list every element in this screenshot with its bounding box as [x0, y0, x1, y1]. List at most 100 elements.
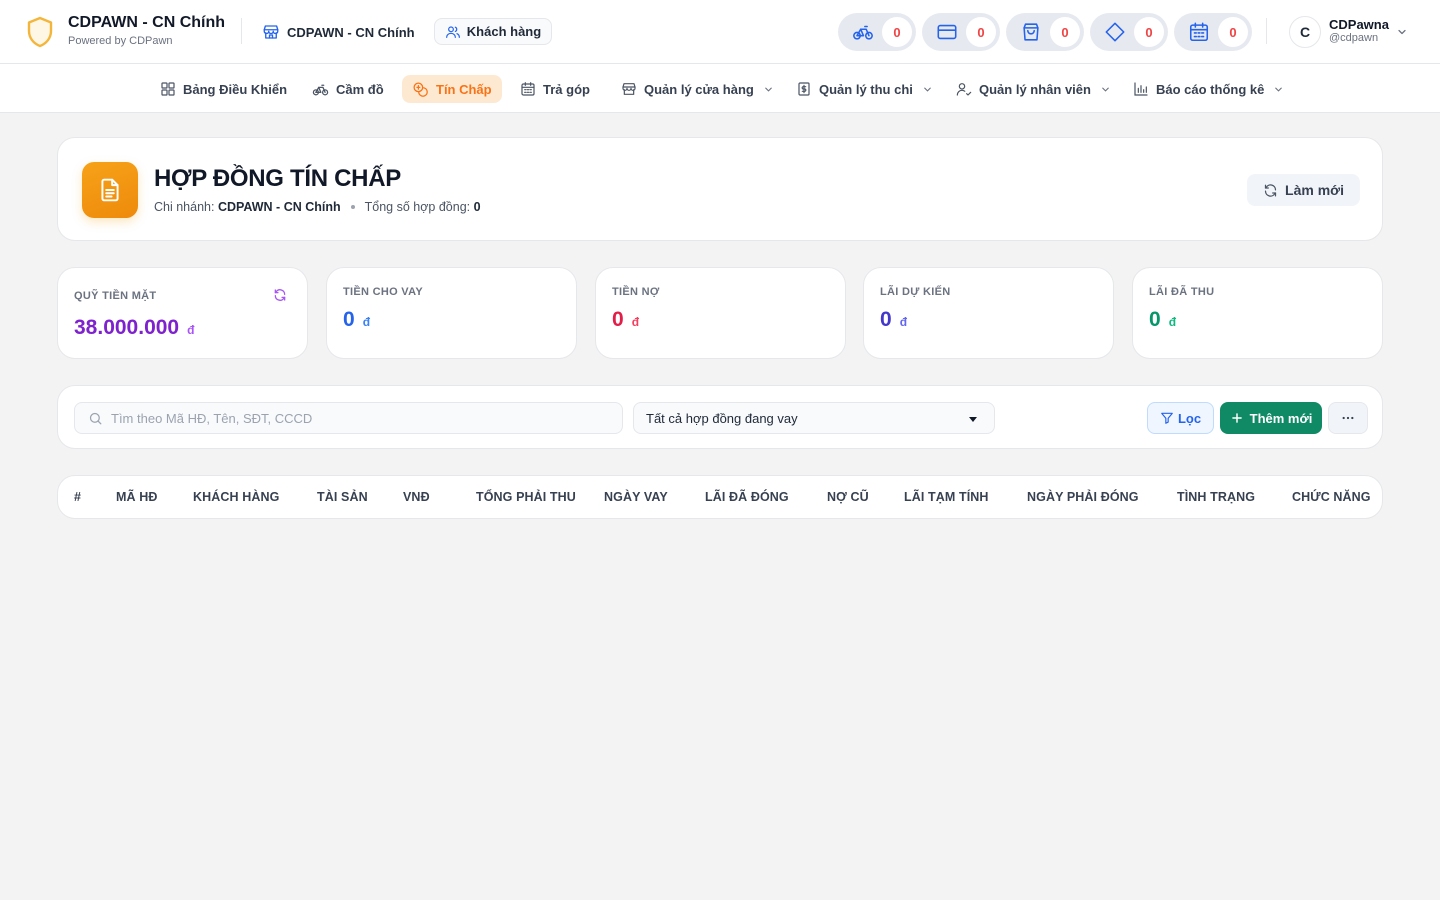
nav-item-label: Cầm đồ	[336, 81, 384, 97]
status-select-value: Tất cả hợp đồng đang vay	[646, 410, 798, 426]
total-count: 0	[473, 200, 481, 214]
search-input[interactable]	[111, 403, 611, 433]
avatar[interactable]: C	[1289, 16, 1321, 48]
bag-count-pill[interactable]: 0	[1006, 13, 1084, 51]
card-count-pill[interactable]: 0	[922, 13, 1000, 51]
search-box	[74, 402, 623, 434]
nav-item-label: Quản lý cửa hàng	[644, 81, 754, 97]
customer-button[interactable]: Khách hàng	[434, 18, 552, 45]
diamond-count-pill[interactable]: 0	[1090, 13, 1168, 51]
store-icon	[263, 25, 279, 39]
shield-logo-icon	[27, 16, 53, 48]
filter-label: Lọc	[1177, 410, 1202, 426]
user-name[interactable]: CDPawna	[1329, 17, 1389, 32]
table-header-cell[interactable]: MÃ HĐ	[116, 490, 157, 504]
store-icon	[622, 83, 636, 95]
table-header-cell[interactable]: KHÁCH HÀNG	[193, 490, 279, 504]
stat-unit: đ	[362, 315, 371, 329]
page-title: HỢP ĐỒNG TÍN CHẤP	[154, 165, 401, 192]
refresh-button[interactable]: Làm mới	[1247, 174, 1360, 206]
chevron-down-icon[interactable]	[1396, 26, 1408, 38]
table-header-cell[interactable]: CHỨC NĂNG	[1292, 490, 1371, 504]
document-icon	[101, 178, 119, 202]
top-header: CDPAWN - CN Chính Powered by CDPawn CDPA…	[0, 0, 1440, 64]
nav-item-label: Báo cáo thống kê	[1156, 81, 1265, 97]
add-new-button[interactable]: Thêm mới	[1220, 402, 1322, 434]
stat-label: TIỀN NỢ	[612, 286, 660, 298]
table-header-cell[interactable]: VNĐ	[403, 490, 430, 504]
chevron-down-icon	[1102, 87, 1109, 92]
nav-item-store-management[interactable]: Quản lý cửa hàng	[611, 75, 784, 103]
table-header-cell[interactable]: NGÀY PHẢI ĐÓNG	[1027, 490, 1139, 504]
brand-subtitle: Powered by CDPawn	[68, 35, 173, 47]
stat-unit: đ	[631, 315, 640, 329]
pill-count: 0	[1134, 17, 1164, 47]
nav-item-label: Quản lý nhân viên	[979, 81, 1091, 97]
nav-item-label: Trả góp	[543, 81, 590, 97]
stat-value: 0	[612, 308, 624, 331]
table-header-cell[interactable]: TỔNG PHẢI THU	[476, 490, 576, 504]
branch-name: CDPAWN - CN Chính	[217, 200, 341, 214]
calendar-icon	[1184, 21, 1214, 43]
bar-chart-icon	[1134, 82, 1148, 96]
stat-label: QUỸ TIỀN MẶT	[74, 290, 157, 302]
document-icon-tile	[82, 162, 138, 218]
status-select[interactable]: Tất cả hợp đồng đang vay	[633, 402, 995, 434]
pawn-count-pill[interactable]: 0	[838, 13, 916, 51]
refresh-label: Làm mới	[1285, 182, 1344, 198]
table-header-cell[interactable]: #	[74, 490, 81, 504]
calendar-count-pill[interactable]: 0	[1174, 13, 1252, 51]
filter-bar: Tất cả hợp đồng đang vay Lọc Thêm mới	[57, 385, 1383, 449]
bicycle-icon	[312, 84, 329, 95]
page-header-card: HỢP ĐỒNG TÍN CHẤP Chi nhánh: CDPAWN - CN…	[57, 137, 1383, 241]
brand-title: CDPAWN - CN Chính	[68, 14, 226, 31]
nav-item-label: Quản lý thu chi	[819, 81, 913, 97]
stat-value: 38.000.000	[74, 316, 180, 339]
stat-unit: đ	[187, 323, 195, 337]
bicycle-icon	[848, 21, 878, 43]
nav-item-pawn[interactable]: Cầm đồ	[302, 75, 394, 103]
separator-dot	[350, 205, 355, 209]
table-header-cell[interactable]: TÀI SẢN	[317, 490, 368, 504]
chevron-down-icon	[924, 87, 931, 92]
nav-item-dashboard[interactable]: Bảng Điều Khiển	[150, 75, 297, 103]
page-meta: Chi nhánh: CDPAWN - CN Chính Tổng số hợp…	[154, 200, 481, 214]
nav-item-label: Tín Chấp	[436, 81, 492, 97]
stat-value: 0	[1149, 308, 1161, 331]
stat-unit: đ	[1168, 315, 1177, 329]
pill-count: 0	[1218, 17, 1248, 47]
add-label: Thêm mới	[1249, 410, 1313, 426]
stat-card-debt: TIỀN NỢ 0 đ	[595, 267, 846, 359]
nav-item-unsecured[interactable]: Tín Chấp	[402, 75, 502, 103]
users-icon	[445, 25, 460, 38]
nav-item-cashflow-management[interactable]: Quản lý thu chi	[786, 75, 943, 103]
receipt-icon	[798, 82, 810, 96]
branch-prefix: Chi nhánh:	[154, 200, 215, 214]
stat-value-row: 0 đ	[1149, 308, 1176, 332]
table-header-cell[interactable]: LÃI TẠM TÍNH	[904, 490, 989, 504]
table-header-cell[interactable]: NGÀY VAY	[604, 490, 668, 504]
nav-item-reports[interactable]: Báo cáo thống kê	[1123, 75, 1294, 103]
pill-count: 0	[882, 17, 912, 47]
stat-card-collected-interest: LÃI ĐÃ THU 0 đ	[1132, 267, 1383, 359]
credit-card-icon	[932, 21, 962, 43]
pill-count: 0	[1050, 17, 1080, 47]
nav-item-installment[interactable]: Trả góp	[510, 75, 600, 103]
branch-selector[interactable]: CDPAWN - CN Chính	[262, 19, 415, 45]
stat-label: LÃI ĐÃ THU	[1149, 286, 1215, 298]
nav-item-staff-management[interactable]: Quản lý nhân viên	[946, 75, 1121, 103]
refresh-icon[interactable]	[273, 288, 287, 302]
diamond-icon	[1100, 21, 1130, 43]
stat-value-row: 38.000.000 đ	[74, 316, 194, 340]
search-icon	[89, 412, 102, 425]
refresh-icon	[1264, 183, 1277, 197]
table-header-cell[interactable]: LÃI ĐÃ ĐÓNG	[705, 490, 789, 504]
stat-unit: đ	[899, 315, 908, 329]
table-header-cell[interactable]: NỢ CŨ	[827, 490, 869, 504]
filter-button[interactable]: Lọc	[1147, 402, 1214, 434]
user-check-icon	[956, 83, 972, 96]
customer-button-label: Khách hàng	[466, 24, 542, 39]
more-options-button[interactable]	[1328, 402, 1368, 434]
table-header-cell[interactable]: TÌNH TRẠNG	[1177, 490, 1255, 504]
pill-count: 0	[966, 17, 996, 47]
